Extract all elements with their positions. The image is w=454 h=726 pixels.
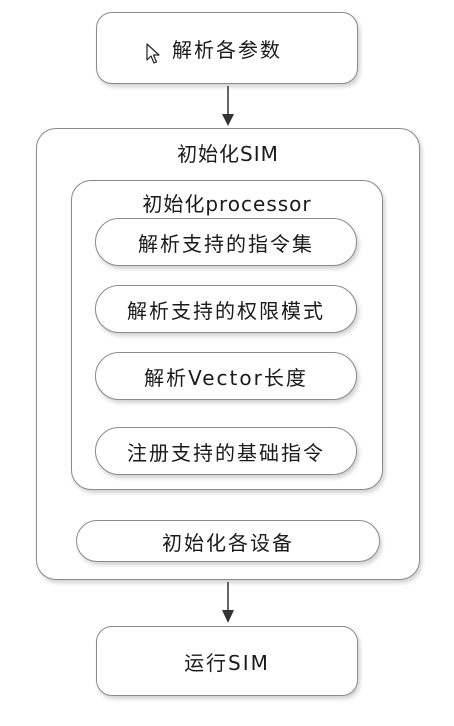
- arrow-parse-to-init: [222, 86, 234, 126]
- flow-arrows: [222, 86, 234, 623]
- arrow-init-to-run: [222, 582, 234, 623]
